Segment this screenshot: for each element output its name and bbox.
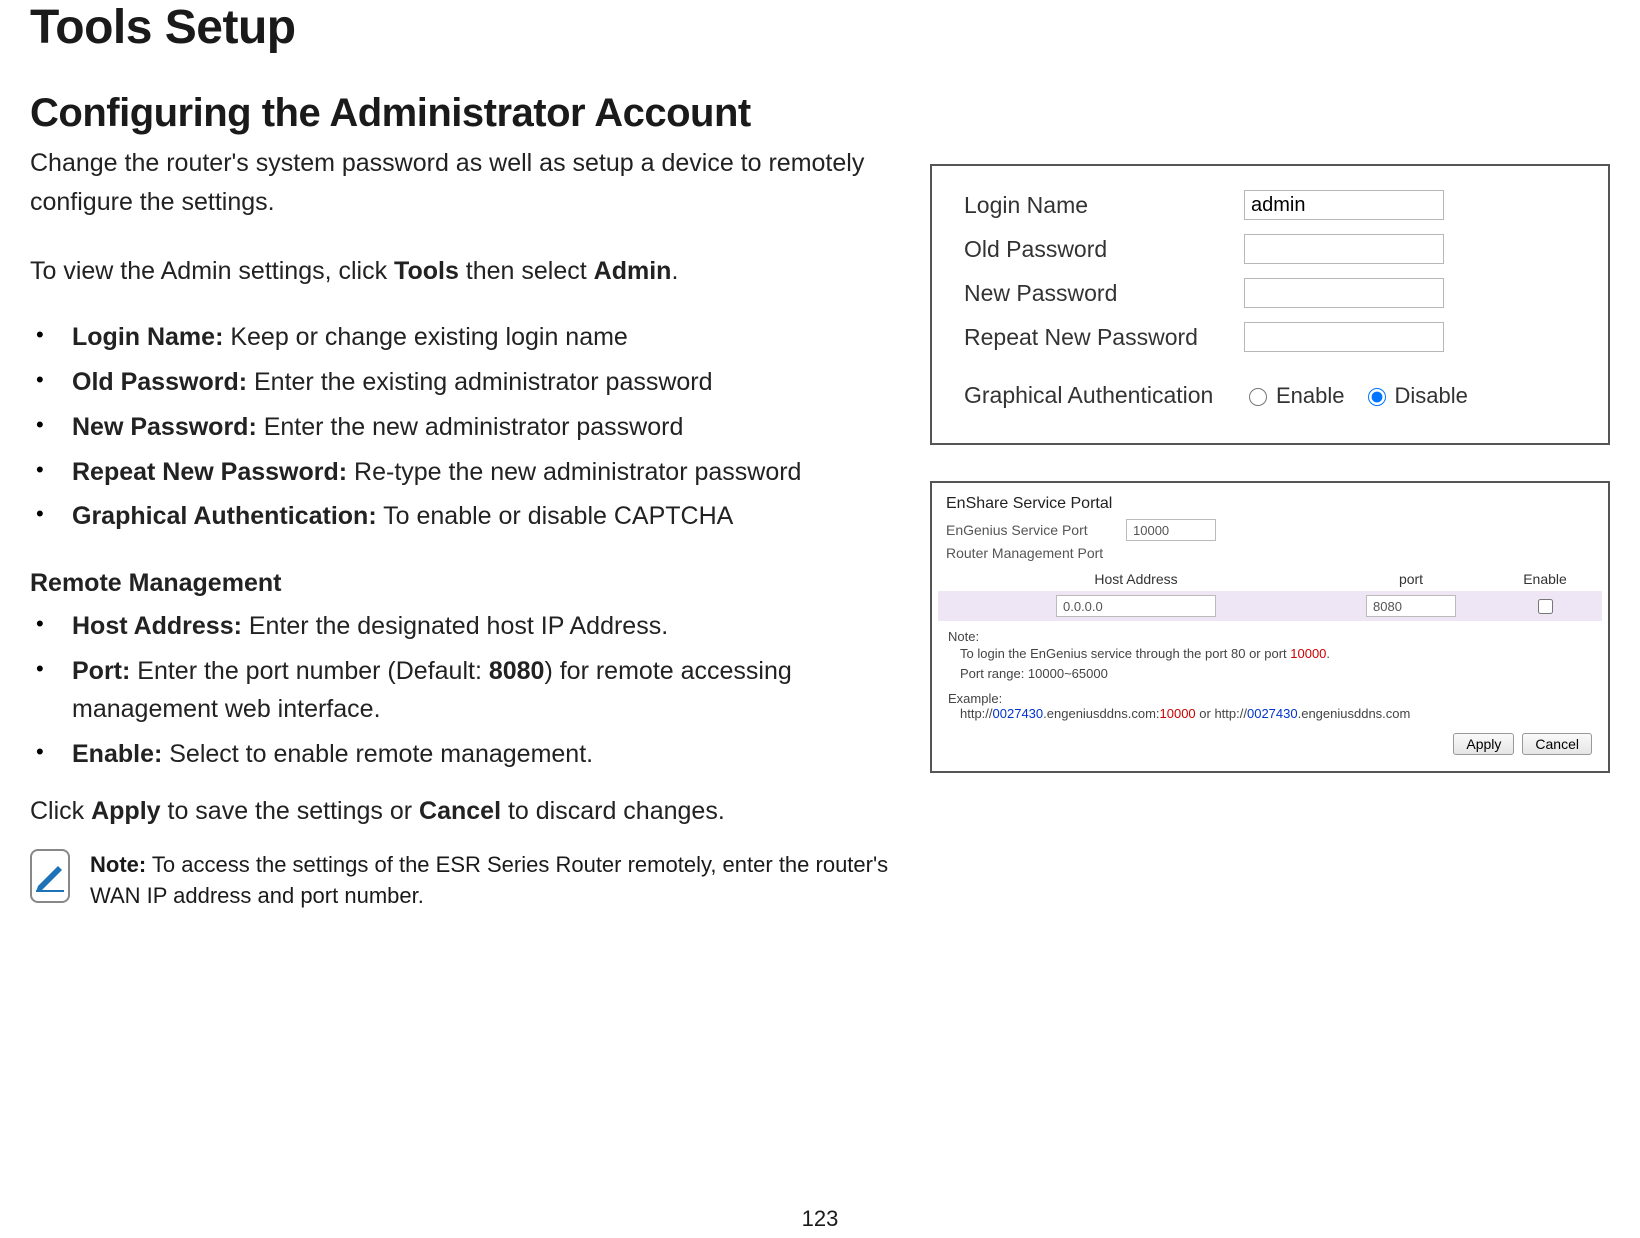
bullet-text: Re-type the new administrator password <box>347 458 801 486</box>
intro-text: Change the router's system password as w… <box>30 144 890 222</box>
list-item: Repeat New Password: Re-type the new adm… <box>30 453 890 492</box>
bullet-text: Enter the new administrator password <box>257 413 684 441</box>
text-red: 10000 <box>1160 706 1196 721</box>
apply-cancel-line: Click Apply to save the settings or Canc… <box>30 792 890 831</box>
text-fragment: or http:// <box>1196 706 1247 721</box>
radio-label: Disable <box>1395 383 1468 409</box>
bullet-text: Enter the port number (Default: <box>130 657 489 685</box>
text-fragment: .engeniusddns.com <box>1298 706 1411 721</box>
mgmt-port-label: Router Management Port <box>946 545 1126 561</box>
repeat-password-input[interactable] <box>1244 322 1444 352</box>
repeat-password-label: Repeat New Password <box>964 324 1244 351</box>
list-item: Enable: Select to enable remote manageme… <box>30 735 890 774</box>
text-red: 10000 <box>1290 646 1326 661</box>
list-item: Graphical Authentication: To enable or d… <box>30 497 890 536</box>
service-port-input[interactable] <box>1126 519 1216 541</box>
admin-settings-panel: Login Name Old Password New Password Rep… <box>930 164 1610 445</box>
main-bullet-list: Login Name: Keep or change existing logi… <box>30 318 890 536</box>
bullet-continuation: management web interface. <box>72 690 890 729</box>
login-name-input[interactable] <box>1244 190 1444 220</box>
bullet-text: Enter the existing administrator passwor… <box>247 368 713 396</box>
ga-enable-radio[interactable] <box>1249 388 1267 406</box>
list-item: New Password: Enter the new administrato… <box>30 408 890 447</box>
note-line2: Port range: 10000~65000 <box>938 664 1602 684</box>
bullet-text: To enable or disable CAPTCHA <box>377 502 734 530</box>
text-fragment: to discard changes. <box>501 797 725 825</box>
list-item: Host Address: Enter the designated host … <box>30 607 890 646</box>
text-fragment: . <box>1326 646 1330 661</box>
old-password-label: Old Password <box>964 236 1244 263</box>
text-fragment: then select <box>459 257 594 285</box>
bullet-text: Keep or change existing login name <box>223 323 627 351</box>
page-title: Tools Setup <box>30 0 890 55</box>
text-bold: Admin <box>594 257 672 285</box>
note-text: Note: To access the settings of the ESR … <box>90 849 890 913</box>
col-host-header: Host Address <box>946 571 1326 587</box>
graphical-auth-label: Graphical Authentication <box>964 382 1244 409</box>
col-enable-header: Enable <box>1496 571 1594 587</box>
example-body: http://0027430.engeniusddns.com:10000 or… <box>938 706 1602 727</box>
text-bold: Cancel <box>419 797 501 825</box>
radio-label: Enable <box>1276 383 1345 409</box>
note-line1: To login the EnGenius service through th… <box>938 644 1602 664</box>
host-address-input[interactable] <box>1056 595 1216 617</box>
new-password-label: New Password <box>964 280 1244 307</box>
note-label: Note: <box>938 621 1602 644</box>
cancel-button[interactable]: Cancel <box>1522 733 1592 755</box>
bullet-label: Enable: <box>72 740 162 768</box>
text-blue: 0027430 <box>1247 706 1298 721</box>
ga-enable-option[interactable]: Enable <box>1244 383 1345 409</box>
example-label: Example: <box>938 683 1602 706</box>
text-fragment: .engeniusddns.com: <box>1043 706 1159 721</box>
ga-disable-radio[interactable] <box>1368 388 1386 406</box>
section-title: Configuring the Administrator Account <box>30 91 890 136</box>
bullet-label: Repeat New Password: <box>72 458 347 486</box>
mgmt-port-table: Host Address port Enable <box>938 565 1602 621</box>
bullet-label: Old Password: <box>72 368 247 396</box>
enshare-panel: EnShare Service Portal EnGenius Service … <box>930 481 1610 773</box>
bullet-text: ) for remote accessing <box>544 657 791 685</box>
port-input[interactable] <box>1366 595 1456 617</box>
bullet-label: Graphical Authentication: <box>72 502 377 530</box>
text-fragment: Click <box>30 797 91 825</box>
new-password-input[interactable] <box>1244 278 1444 308</box>
enable-checkbox[interactable] <box>1538 599 1553 614</box>
note-label: Note: <box>90 852 146 877</box>
enshare-title: EnShare Service Portal <box>938 493 1602 519</box>
remote-heading: Remote Management <box>30 564 890 603</box>
bullet-text: Select to enable remote management. <box>162 740 593 768</box>
nav-instruction: To view the Admin settings, click Tools … <box>30 252 890 291</box>
text-bold: Tools <box>394 257 459 285</box>
service-port-label: EnGenius Service Port <box>946 522 1126 538</box>
bullet-label: New Password: <box>72 413 257 441</box>
bullet-text: Enter the designated host IP Address. <box>242 612 668 640</box>
text-fragment: http:// <box>960 706 993 721</box>
list-item: Port: Enter the port number (Default: 80… <box>30 652 890 730</box>
note-body: To access the settings of the ESR Series… <box>90 852 888 909</box>
bullet-label: Port: <box>72 657 130 685</box>
text-fragment: to save the settings or <box>161 797 419 825</box>
page-number: 123 <box>0 1206 1640 1232</box>
bullet-label: Login Name: <box>72 323 223 351</box>
note-block: Note: To access the settings of the ESR … <box>30 849 890 913</box>
list-item: Old Password: Enter the existing adminis… <box>30 363 890 402</box>
text-fragment: . <box>671 257 678 285</box>
text-fragment: To view the Admin settings, click <box>30 257 394 285</box>
text-fragment: To login the EnGenius service through th… <box>960 646 1290 661</box>
apply-button[interactable]: Apply <box>1453 733 1514 755</box>
table-row <box>938 591 1602 621</box>
bullet-label: Host Address: <box>72 612 242 640</box>
list-item: Login Name: Keep or change existing logi… <box>30 318 890 357</box>
text-bold: 8080 <box>489 657 545 685</box>
note-icon <box>30 849 70 903</box>
text-blue: 0027430 <box>993 706 1044 721</box>
old-password-input[interactable] <box>1244 234 1444 264</box>
login-name-label: Login Name <box>964 192 1244 219</box>
text-bold: Apply <box>91 797 160 825</box>
col-port-header: port <box>1326 571 1496 587</box>
remote-bullet-list: Host Address: Enter the designated host … <box>30 607 890 774</box>
ga-disable-option[interactable]: Disable <box>1363 383 1468 409</box>
